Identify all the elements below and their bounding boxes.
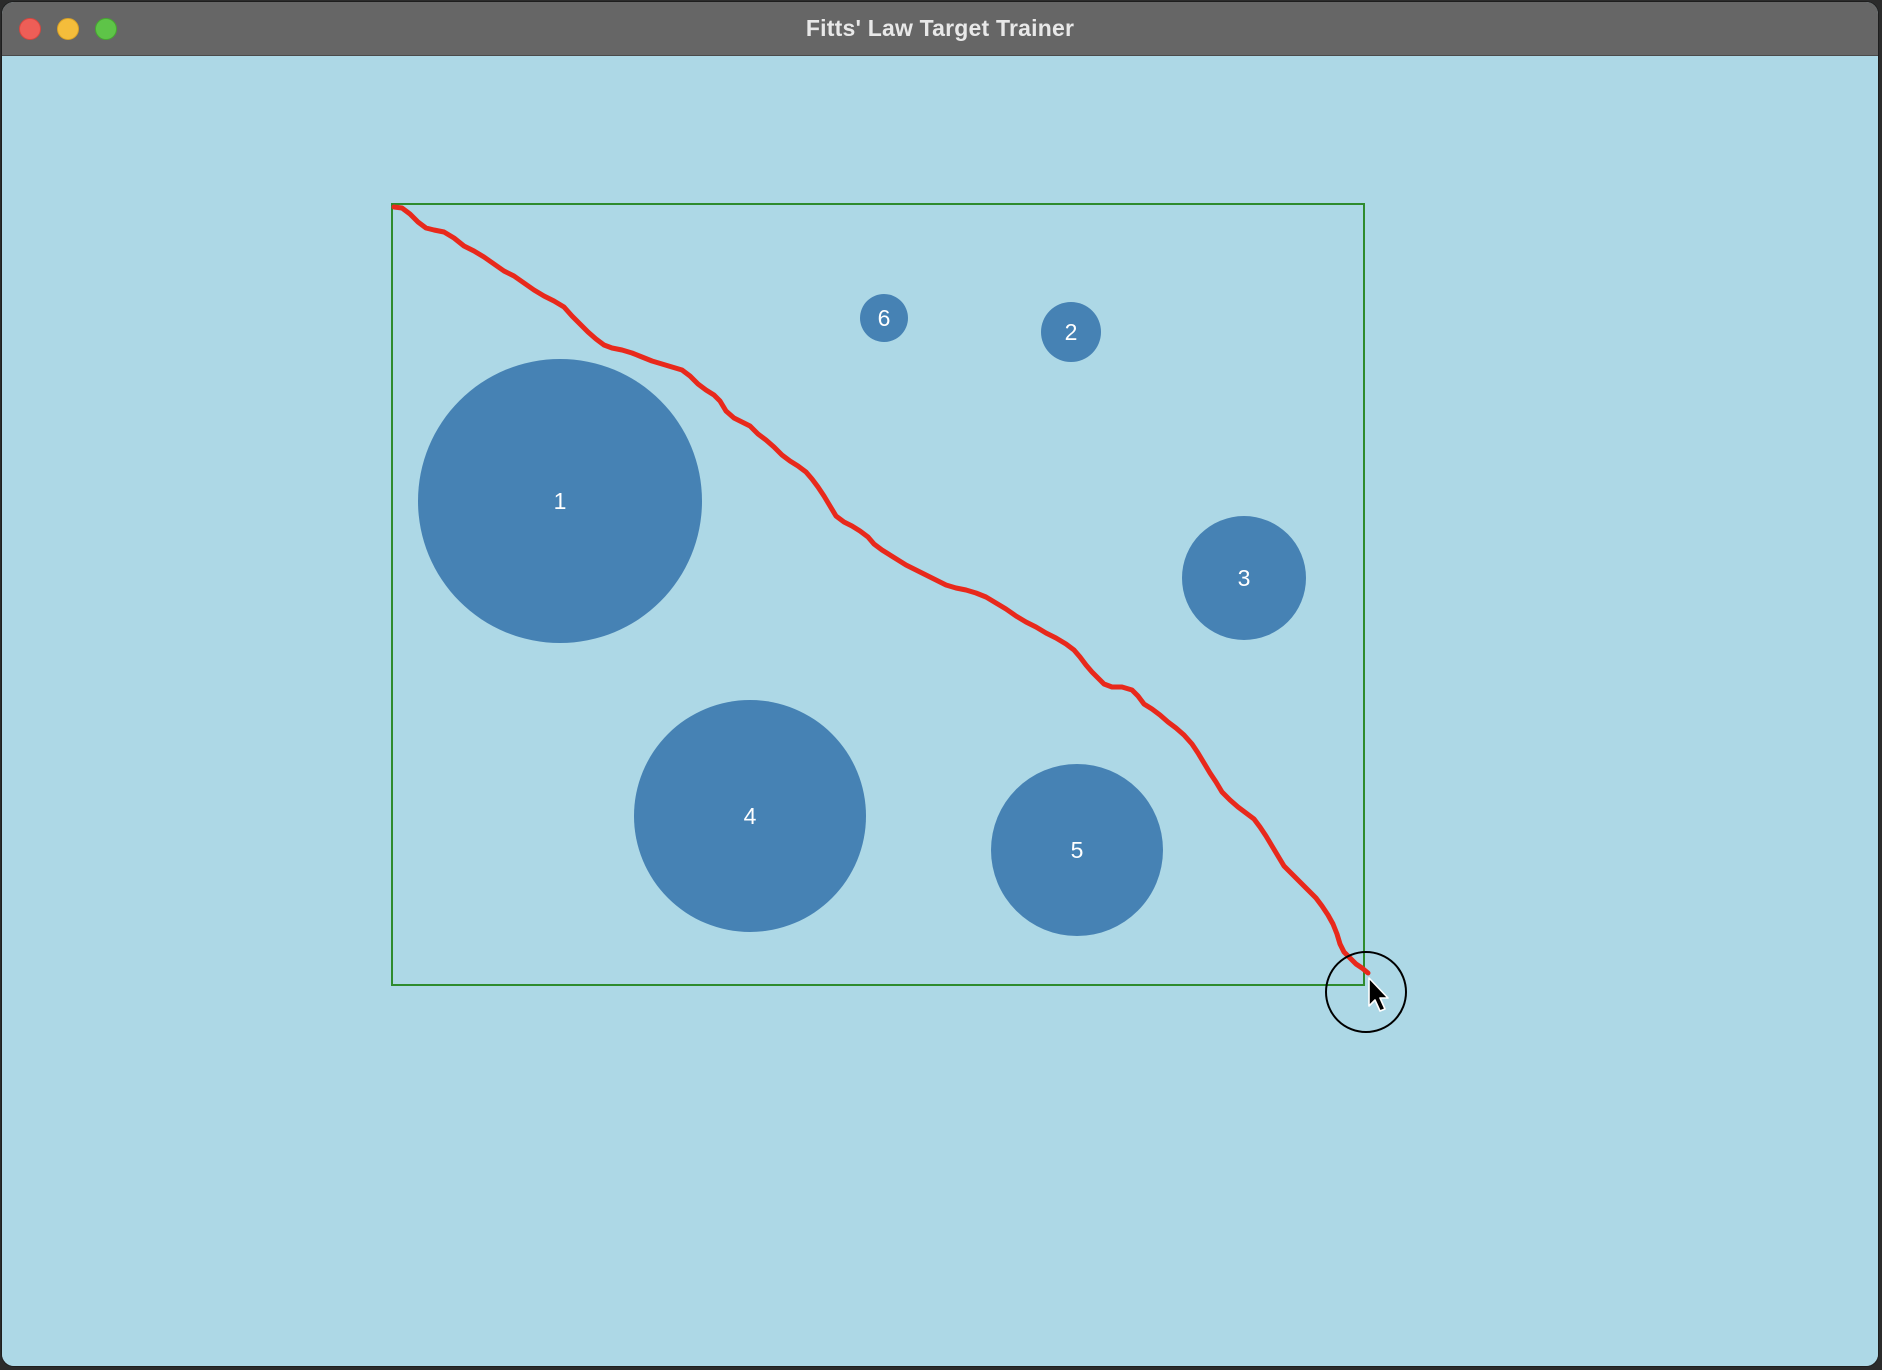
target-label: 2 [1065,319,1078,345]
cursor-ring [1325,951,1407,1033]
target-label: 4 [744,803,757,829]
target-3[interactable]: 3 [1182,516,1306,640]
target-6[interactable]: 6 [860,294,908,342]
title-bar[interactable]: Fitts' Law Target Trainer [2,2,1878,56]
target-label: 5 [1071,837,1084,863]
canvas-drawing[interactable]: 1 2 3 4 5 6 [2,56,1878,1366]
target-label: 6 [878,305,891,331]
app-window: Fitts' Law Target Trainer 1 2 3 4 5 6 [2,2,1878,1366]
target-2[interactable]: 2 [1041,302,1101,362]
target-label: 3 [1238,565,1251,591]
target-1[interactable]: 1 [418,359,702,643]
target-label: 1 [554,488,567,514]
window-title: Fitts' Law Target Trainer [805,15,1075,41]
target-canvas[interactable]: 1 2 3 4 5 6 [2,56,1878,1366]
target-5[interactable]: 5 [991,764,1163,936]
arrow-pointer-icon [1368,977,1389,1012]
target-4[interactable]: 4 [634,700,866,932]
